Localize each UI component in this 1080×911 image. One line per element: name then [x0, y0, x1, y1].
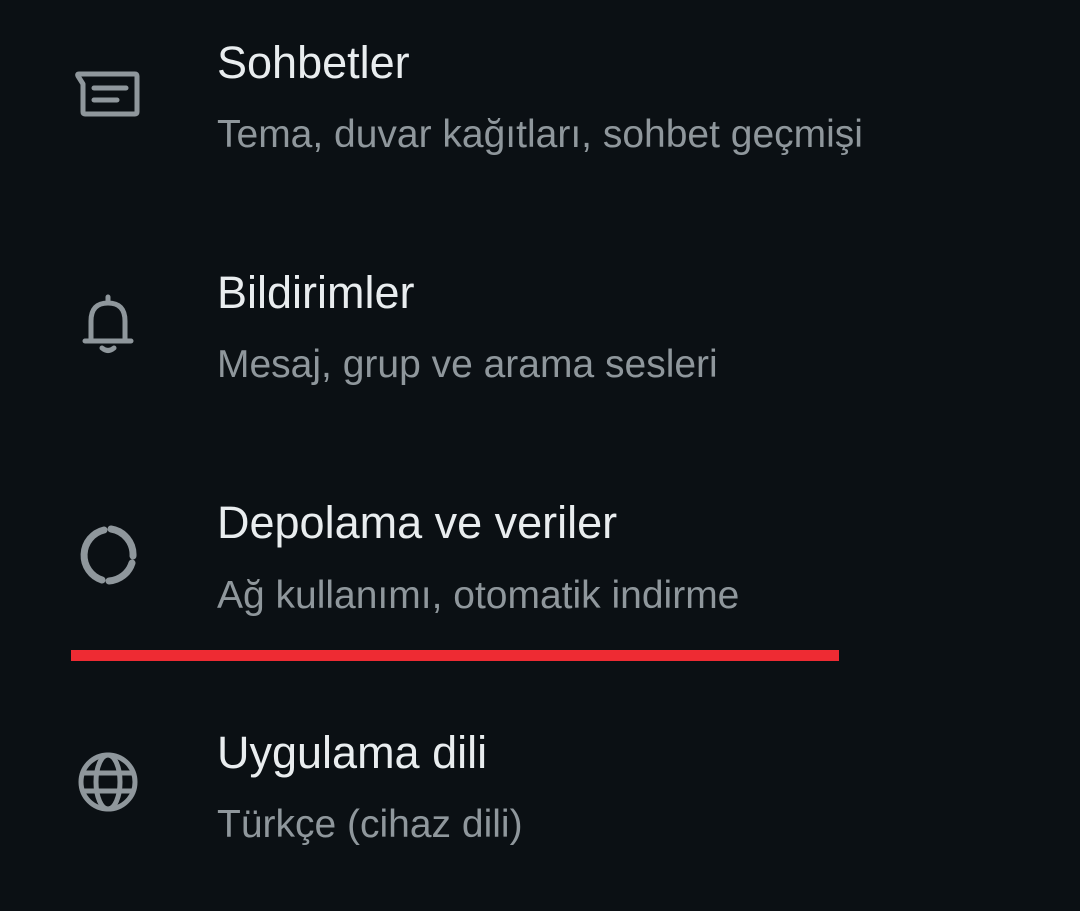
chat-icon — [72, 58, 144, 130]
settings-item-app-language[interactable]: Uygulama dili Türkçe (cihaz dili) — [0, 690, 1080, 911]
settings-item-title: Uygulama dili — [217, 727, 488, 778]
globe-icon — [72, 746, 144, 818]
settings-item-notifications[interactable]: Bildirimler Mesaj, grup ve arama sesleri — [0, 230, 1080, 460]
highlight-underline — [71, 650, 839, 661]
data-usage-icon — [72, 519, 144, 591]
settings-item-subtitle: Türkçe (cihaz dili) — [217, 803, 523, 846]
settings-item-title: Depolama ve veriler — [217, 497, 618, 548]
bell-icon — [72, 288, 144, 360]
settings-item-title: Bildirimler — [217, 267, 415, 318]
settings-item-subtitle: Tema, duvar kağıtları, sohbet geçmişi — [217, 113, 863, 156]
settings-item-subtitle: Mesaj, grup ve arama sesleri — [217, 343, 718, 386]
settings-item-chats[interactable]: Sohbetler Tema, duvar kağıtları, sohbet … — [0, 0, 1080, 230]
settings-item-subtitle: Ağ kullanımı, otomatik indirme — [217, 574, 740, 617]
settings-item-title: Sohbetler — [217, 37, 410, 88]
